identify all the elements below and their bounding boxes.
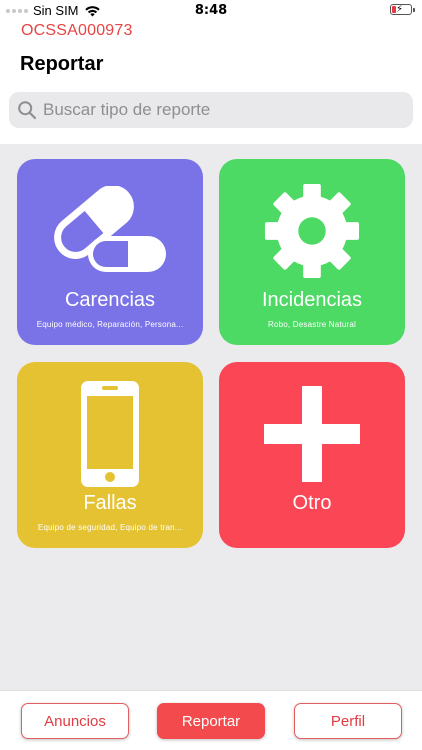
- reportar-button[interactable]: Reportar: [157, 703, 265, 739]
- search-input[interactable]: [43, 100, 383, 120]
- plus-icon: [219, 376, 405, 492]
- tile-subtitle: Equipo de seguridad, Equipo de tran...: [37, 523, 183, 532]
- tile-subtitle: Equipo médico, Reparación, Persona...: [36, 320, 184, 329]
- perfil-button[interactable]: Perfil: [294, 703, 402, 739]
- pill-icon: [17, 173, 203, 289]
- tile-fallas[interactable]: Fallas Equipo de seguridad, Equipo de tr…: [17, 362, 203, 548]
- tile-label: Incidencias: [261, 289, 363, 311]
- bottom-nav: Anuncios Reportar Perfil: [0, 690, 422, 750]
- report-type-grid: Carencias Equipo médico, Reparación, Per…: [0, 144, 422, 690]
- anuncios-button[interactable]: Anuncios: [21, 703, 129, 739]
- search-bar[interactable]: [9, 92, 413, 128]
- page-title: Reportar: [20, 53, 104, 75]
- tile-label: Carencias: [64, 289, 156, 311]
- search-icon: [18, 101, 37, 120]
- phone-icon: [17, 376, 203, 492]
- battery-charging-icon: ⚡: [390, 4, 415, 15]
- tile-subtitle: Robo, Desastre Natural: [268, 320, 356, 329]
- tile-otro[interactable]: Otro: [219, 362, 405, 548]
- tile-carencias[interactable]: Carencias Equipo médico, Reparación, Per…: [17, 159, 203, 345]
- org-code: OCSSA000973: [21, 22, 133, 39]
- tile-label: Otro: [292, 492, 332, 514]
- status-bar: Sin SIM 8:48 ⚡: [0, 0, 422, 22]
- clock: 8:48: [194, 3, 228, 18]
- tile-incidencias[interactable]: Incidencias Robo, Desastre Natural: [219, 159, 405, 345]
- tile-label: Fallas: [83, 492, 137, 514]
- gear-icon: [219, 173, 405, 289]
